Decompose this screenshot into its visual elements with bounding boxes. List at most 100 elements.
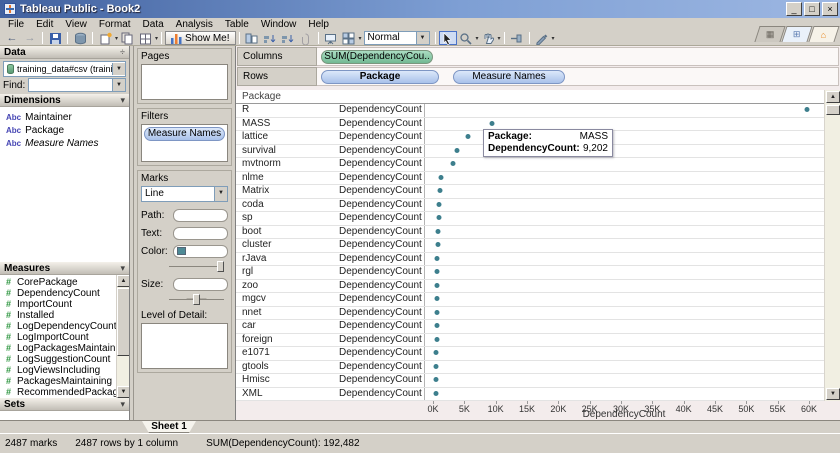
measure-field[interactable]: #ImportCount: [6, 299, 115, 310]
view-mode-dropdown-icon[interactable]: ▼: [416, 32, 429, 44]
transparency-slider[interactable]: [169, 260, 224, 273]
color-shelf[interactable]: [173, 245, 228, 258]
data-point-mark[interactable]: [435, 229, 440, 234]
measure-field[interactable]: #DependencyCount: [6, 288, 115, 299]
data-point-mark[interactable]: [455, 148, 460, 153]
dimension-field[interactable]: AbcPackage: [0, 124, 129, 137]
data-point-mark[interactable]: [435, 269, 440, 274]
find-input[interactable]: ▼: [28, 78, 126, 92]
new-worksheet-icon[interactable]: [96, 31, 114, 45]
data-point-mark[interactable]: [434, 323, 439, 328]
data-point-mark[interactable]: [437, 215, 442, 220]
find-dropdown-icon[interactable]: ▼: [112, 79, 125, 91]
measure-field[interactable]: #RecommendedPackage: [6, 387, 115, 398]
scroll-thumb[interactable]: [826, 105, 840, 115]
color-swatch[interactable]: [177, 247, 186, 255]
measure-field[interactable]: #CorePackage: [6, 277, 115, 288]
scroll-down-icon[interactable]: ▼: [826, 388, 840, 400]
rows-shelf[interactable]: Package Measure Names: [317, 67, 839, 86]
data-point-mark[interactable]: [434, 350, 439, 355]
new-dashboard-dropdown-icon[interactable]: ▾: [155, 35, 158, 42]
size-shelf[interactable]: [173, 278, 228, 291]
menu-item-window[interactable]: Window: [255, 18, 303, 31]
data-source-select[interactable]: training_data#csv (traini... ▼: [3, 61, 126, 77]
measure-field[interactable]: #LogImportCount: [6, 332, 115, 343]
dimension-field[interactable]: AbcMeasure Names: [0, 137, 129, 150]
pin-icon[interactable]: [508, 31, 526, 45]
scroll-down-icon[interactable]: ▼: [117, 386, 129, 398]
data-point-mark[interactable]: [438, 175, 443, 180]
sets-collapse-icon[interactable]: ▾: [120, 399, 125, 410]
data-point-mark[interactable]: [435, 256, 440, 261]
mark-type-select[interactable]: Line ▼: [141, 186, 228, 202]
measure-field[interactable]: #LogViewsIncluding: [6, 365, 115, 376]
menu-item-table[interactable]: Table: [219, 18, 255, 31]
pan-tool-icon[interactable]: [479, 31, 497, 45]
data-point-mark[interactable]: [434, 310, 439, 315]
annotate-dropdown-icon[interactable]: ▾: [552, 35, 555, 42]
filter-pill-measure-names[interactable]: Measure Names: [144, 127, 225, 141]
data-point-mark[interactable]: [805, 107, 810, 112]
tab-presentation-view[interactable]: ⌂: [808, 26, 839, 42]
rows-pill-measure-names[interactable]: Measure Names: [453, 70, 565, 84]
filters-shelf[interactable]: Filters Measure Names: [137, 108, 232, 166]
menu-item-view[interactable]: View: [59, 18, 93, 31]
show-me-button[interactable]: Show Me!: [165, 31, 235, 45]
sets-header[interactable]: Sets ▾: [0, 398, 129, 411]
group-icon[interactable]: [297, 31, 315, 45]
data-panel-header[interactable]: Data ÷: [0, 46, 129, 59]
layout-dropdown-icon[interactable]: ▾: [359, 35, 362, 42]
data-point-mark[interactable]: [465, 134, 470, 139]
menu-item-analysis[interactable]: Analysis: [170, 18, 219, 31]
scroll-thumb[interactable]: [117, 288, 129, 356]
data-point-mark[interactable]: [435, 242, 440, 247]
data-point-mark[interactable]: [434, 364, 439, 369]
data-point-mark[interactable]: [437, 202, 442, 207]
path-shelf[interactable]: [173, 209, 228, 222]
text-shelf[interactable]: [173, 227, 228, 240]
menu-item-format[interactable]: Format: [93, 18, 137, 31]
mark-type-dropdown-icon[interactable]: ▼: [214, 187, 227, 201]
data-point-mark[interactable]: [435, 283, 440, 288]
new-dashboard-icon[interactable]: [136, 31, 154, 45]
data-point-mark[interactable]: [434, 377, 439, 382]
data-point-mark[interactable]: [434, 337, 439, 342]
rows-pill-package[interactable]: Package: [321, 70, 439, 84]
menu-item-edit[interactable]: Edit: [30, 18, 59, 31]
swap-rows-columns-icon[interactable]: [243, 31, 261, 45]
tab-sheet-1[interactable]: Sheet 1: [142, 421, 196, 433]
back-icon[interactable]: ←: [3, 31, 21, 45]
zoom-tool-icon[interactable]: [457, 31, 475, 45]
menu-item-file[interactable]: File: [2, 18, 30, 31]
save-icon[interactable]: [46, 31, 64, 45]
slider-thumb[interactable]: [217, 261, 224, 272]
forward-icon[interactable]: →: [21, 31, 39, 45]
sort-ascending-icon[interactable]: [261, 31, 279, 45]
view-mode-select[interactable]: Normal ▼: [364, 31, 430, 45]
pages-shelf[interactable]: Pages: [137, 48, 232, 104]
menu-item-help[interactable]: Help: [302, 18, 335, 31]
data-point-mark[interactable]: [434, 391, 439, 396]
level-of-detail-shelf[interactable]: [141, 323, 228, 369]
annotate-icon[interactable]: [533, 31, 551, 45]
measure-field[interactable]: #LogDependencyCount: [6, 321, 115, 332]
select-tool-icon[interactable]: [439, 31, 457, 45]
dimension-field[interactable]: AbcMaintainer: [0, 111, 129, 124]
minimize-button[interactable]: _: [786, 2, 802, 16]
pan-dropdown-icon[interactable]: ▾: [498, 35, 501, 42]
measures-collapse-icon[interactable]: ▾: [120, 263, 125, 274]
data-point-mark[interactable]: [489, 121, 494, 126]
close-button[interactable]: ×: [822, 2, 838, 16]
layout-icon[interactable]: [340, 31, 358, 45]
data-point-mark[interactable]: [434, 296, 439, 301]
measures-header[interactable]: Measures ▾: [0, 262, 129, 275]
presentation-mode-icon[interactable]: [322, 31, 340, 45]
dimensions-header[interactable]: Dimensions ▾: [0, 94, 129, 107]
panel-options-icon[interactable]: ÷: [120, 47, 125, 57]
duplicate-worksheet-icon[interactable]: [118, 31, 136, 45]
menu-item-data[interactable]: Data: [137, 18, 170, 31]
data-point-mark[interactable]: [438, 188, 443, 193]
slider-thumb[interactable]: [193, 294, 200, 305]
measure-field[interactable]: #Installed: [6, 310, 115, 321]
dimensions-collapse-icon[interactable]: ▾: [120, 95, 125, 106]
